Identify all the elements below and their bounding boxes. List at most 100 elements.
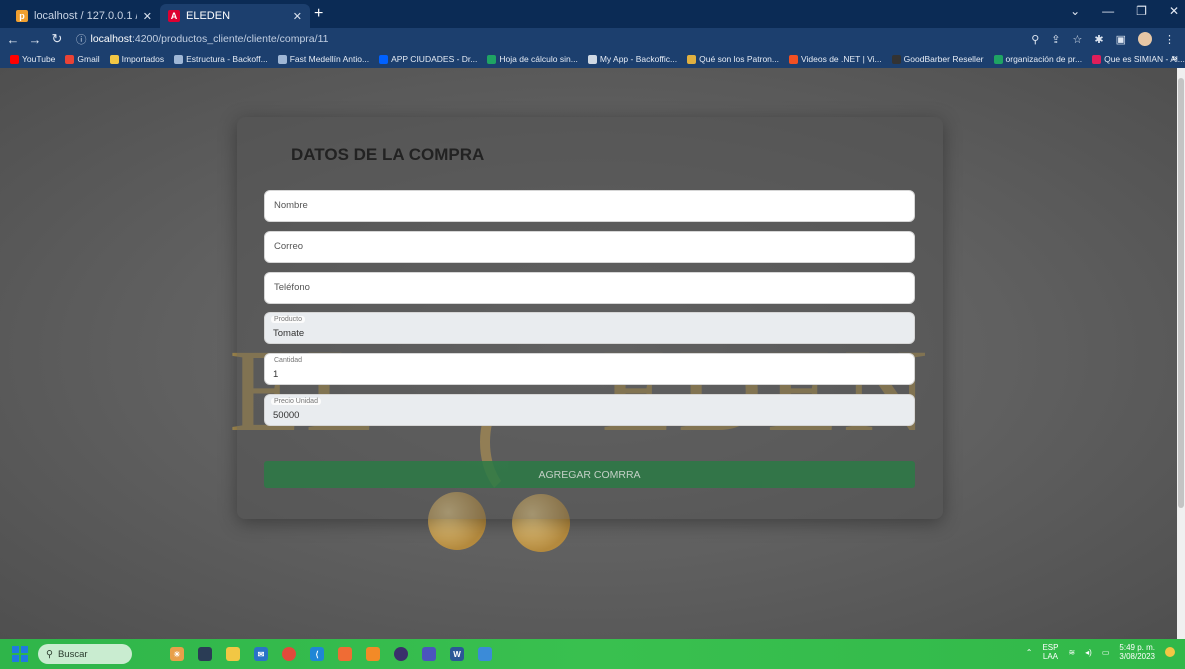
browser-tabstrip: p localhost / 127.0.0.1 / eden / co ✕ A … — [0, 0, 1185, 28]
bookmark-item[interactable]: Fast Medellín Antio... — [277, 54, 370, 64]
postman-icon[interactable] — [338, 647, 352, 661]
dropbox-icon — [379, 54, 389, 64]
nombre-input[interactable] — [274, 200, 894, 211]
correo-input[interactable] — [274, 241, 894, 252]
teams-icon[interactable] — [422, 647, 436, 661]
agregar-compra-button[interactable]: AGREGAR COMRRA — [264, 461, 915, 488]
chevron-down-icon[interactable]: ⌄ — [1070, 4, 1080, 18]
bookmarks-more-button[interactable]: » — [1171, 53, 1177, 64]
eclipse-icon[interactable] — [394, 647, 408, 661]
bookmark-label: Importados — [121, 54, 165, 64]
bookmark-label: APP CIUDADES - Dr... — [391, 54, 478, 64]
close-window-button[interactable]: ✕ — [1169, 4, 1179, 18]
volume-icon[interactable]: ◂) — [1085, 648, 1092, 657]
bookmark-item[interactable]: organización de pr... — [993, 54, 1083, 64]
reload-icon[interactable]: ↻ — [48, 31, 66, 47]
address-bar: ← → ↻ ⓘ localhost:4200/productos_cliente… — [0, 28, 1185, 50]
tab-eleden[interactable]: A ELEDEN ✕ — [160, 4, 310, 28]
url-path: :4200/productos_cliente/cliente/compra/1… — [131, 33, 329, 45]
notification-icon[interactable] — [1165, 647, 1175, 658]
bookmark-item[interactable]: APP CIUDADES - Dr... — [379, 54, 477, 64]
producto-label: Producto — [271, 316, 306, 323]
task-view-icon[interactable] — [198, 647, 212, 661]
chevron-up-icon[interactable]: ⌃ — [1026, 648, 1033, 657]
youtube-icon — [10, 54, 19, 64]
bookmark-label: Gmail — [77, 54, 100, 64]
language-indicator[interactable]: ESP LAA — [1042, 643, 1058, 661]
extensions-icon[interactable]: ✱ — [1094, 33, 1103, 46]
page-icon — [174, 54, 184, 64]
widgets-icon[interactable]: ☀ — [170, 647, 184, 661]
file-explorer-icon[interactable] — [226, 647, 240, 661]
back-icon[interactable]: ← — [4, 32, 22, 47]
forward-icon[interactable]: → — [26, 32, 44, 47]
correo-field[interactable] — [264, 231, 915, 263]
goodbarber-icon — [891, 54, 901, 64]
chrome-icon[interactable] — [282, 647, 296, 661]
tab-title: ELEDEN — [186, 10, 231, 22]
new-tab-button[interactable]: + — [314, 6, 323, 22]
word-icon[interactable]: W — [450, 647, 464, 661]
notepad-icon[interactable] — [478, 647, 492, 661]
app-icon — [587, 54, 597, 64]
url-field[interactable]: ⓘ localhost:4200/productos_cliente/clien… — [76, 32, 328, 47]
page-icon — [687, 54, 697, 64]
telefono-field[interactable] — [264, 272, 915, 304]
star-icon[interactable]: ☆ — [1073, 33, 1083, 46]
microsoft-icon — [789, 54, 798, 64]
clock-date: 3/08/2023 — [1119, 652, 1155, 662]
tab-phpmyadmin[interactable]: p localhost / 127.0.0.1 / eden / co ✕ — [8, 4, 160, 28]
minimize-button[interactable]: — — [1102, 4, 1114, 18]
page-scrollbar[interactable] — [1177, 68, 1185, 639]
taskbar-search[interactable]: ⚲ Buscar — [38, 644, 132, 664]
scrollbar-thumb[interactable] — [1178, 78, 1184, 508]
bookmark-item[interactable]: Qué son los Patron... — [687, 54, 779, 64]
bookmark-item[interactable]: Gmail — [65, 54, 100, 64]
precio-value: 50000 — [273, 410, 300, 421]
windows-start-icon[interactable] — [12, 646, 28, 662]
bookmark-item[interactable]: Estructura - Backoff... — [174, 54, 268, 64]
bookmark-label: Hoja de cálculo sin... — [499, 54, 578, 64]
share-icon[interactable]: ⇪ — [1051, 33, 1060, 46]
bookmark-label: Estructura - Backoff... — [186, 54, 268, 64]
bookmark-label: organización de pr... — [1005, 54, 1083, 64]
search-label: Buscar — [57, 648, 88, 660]
taskbar-apps: ☀ ✉ ⟨ W — [170, 647, 492, 661]
folder-icon — [109, 54, 119, 64]
close-icon[interactable]: ✕ — [293, 10, 302, 23]
battery-icon[interactable]: ▭ — [1102, 648, 1110, 657]
bookmark-item[interactable]: GoodBarber Reseller — [891, 54, 984, 64]
bookmark-item[interactable]: Importados — [109, 54, 165, 64]
telefono-input[interactable] — [274, 282, 894, 293]
bookmark-label: My App - Backoffic... — [599, 54, 678, 64]
sidepanel-icon[interactable]: ▣ — [1116, 33, 1126, 46]
bookmark-item[interactable]: My App - Backoffic... — [587, 54, 678, 64]
bookmark-label: GoodBarber Reseller — [903, 54, 984, 64]
clock[interactable]: 5:49 p. m. 3/08/2023 — [1119, 643, 1155, 661]
nombre-field[interactable] — [264, 190, 915, 222]
cantidad-field[interactable]: Cantidad 1 — [264, 353, 915, 385]
producto-field: Producto Tomate — [264, 312, 915, 344]
sublime-icon[interactable] — [366, 647, 380, 661]
avatar[interactable] — [1138, 32, 1152, 46]
bookmark-label: Fast Medellín Antio... — [289, 54, 370, 64]
restore-button[interactable]: ❐ — [1136, 4, 1147, 18]
precio-label: Precio Unidad — [271, 398, 321, 405]
lang-bottom: LAA — [1042, 652, 1058, 662]
cantidad-value[interactable]: 1 — [273, 369, 278, 380]
bookmarks-bar: YouTube Gmail Importados Estructura - Backo… — [0, 50, 1185, 68]
angular-icon: A — [168, 10, 180, 22]
menu-icon[interactable]: ⋮ — [1164, 33, 1175, 46]
outlook-icon[interactable]: ✉ — [254, 647, 268, 661]
system-tray: ⌃ ESP LAA ≋ ◂) ▭ 5:49 p. m. 3/08/2023 — [1026, 643, 1175, 661]
producto-value: Tomate — [273, 328, 305, 339]
wifi-icon[interactable]: ≋ — [1068, 648, 1075, 657]
bookmark-item[interactable]: Videos de .NET | Vi... — [789, 54, 882, 64]
zoom-icon[interactable]: ⚲ — [1031, 33, 1039, 46]
close-icon[interactable]: ✕ — [143, 10, 152, 23]
bookmark-item[interactable]: Hoja de cálculo sin... — [487, 54, 578, 64]
bookmark-item[interactable]: YouTube — [10, 54, 55, 64]
vscode-icon[interactable]: ⟨ — [310, 647, 324, 661]
cantidad-label: Cantidad — [271, 357, 306, 364]
info-icon[interactable]: ⓘ — [76, 32, 87, 47]
